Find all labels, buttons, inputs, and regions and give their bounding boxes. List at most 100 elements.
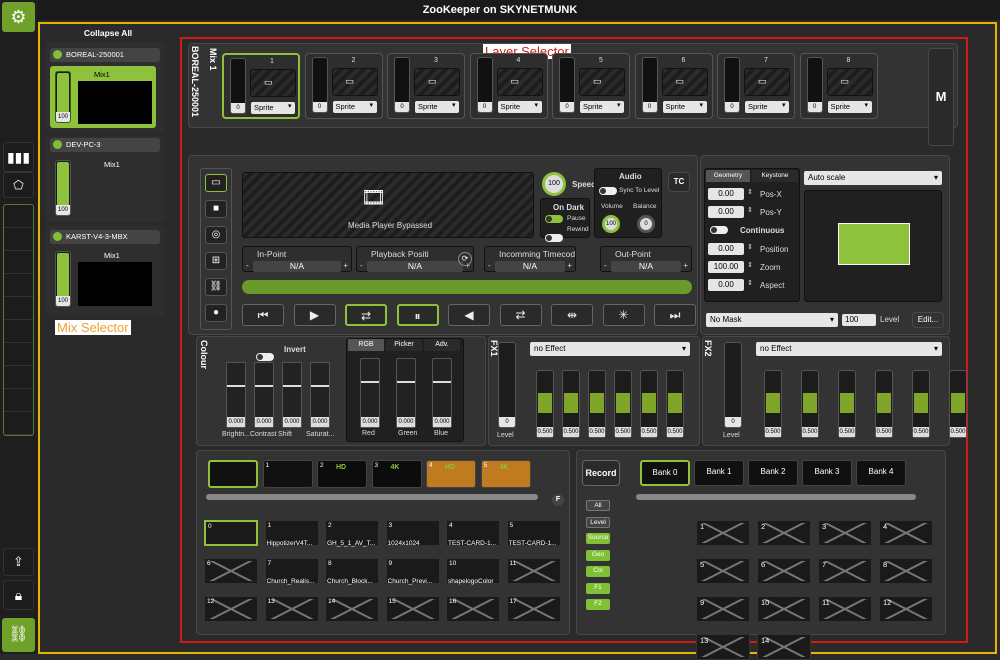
preset-filter-source[interactable]: Source xyxy=(586,533,610,544)
preset-slot[interactable]: 14 xyxy=(757,634,811,660)
fx-param-slider[interactable]: 0.500 xyxy=(875,370,893,438)
mix-level-slider[interactable]: 100 xyxy=(55,160,71,216)
slider-handle[interactable] xyxy=(914,393,928,413)
playback-progress-bar[interactable] xyxy=(242,280,692,294)
layer-level-slider[interactable]: 0 xyxy=(641,57,658,113)
fx-param-slider[interactable]: 0.500 xyxy=(764,370,782,438)
network-icon[interactable]: ⛓ xyxy=(2,618,35,652)
layer-level-slider[interactable]: 0 xyxy=(230,58,246,114)
rgb-slider[interactable]: 0.000 xyxy=(432,358,452,428)
media-thumb[interactable]: 2 HD xyxy=(317,460,367,488)
grid-icon[interactable]: ⊞ xyxy=(205,252,227,270)
media-slot[interactable]: 17 xyxy=(506,596,561,622)
spinner-icon[interactable]: ⇕ xyxy=(747,279,753,287)
rgb-slider[interactable]: 0.000 xyxy=(360,358,380,428)
sync-icon[interactable]: ⟳ xyxy=(458,252,472,266)
slider-handle[interactable] xyxy=(283,385,301,387)
plus-icon[interactable]: + xyxy=(567,261,572,270)
transport-button-7[interactable]: ✳ xyxy=(602,304,645,326)
master-button[interactable]: M xyxy=(928,48,954,146)
continuous-toggle[interactable] xyxy=(710,226,728,234)
geometry-field-position[interactable]: 0.00 xyxy=(708,243,744,255)
slider-handle[interactable] xyxy=(590,393,604,413)
media-slot[interactable]: 12 xyxy=(204,596,258,622)
minus-icon[interactable]: - xyxy=(360,261,363,270)
network-icon[interactable]: ⛓ xyxy=(205,278,227,296)
media-slot[interactable]: 0 xyxy=(204,520,258,546)
preset-filter-geo[interactable]: Geo xyxy=(586,549,610,561)
edit-mask-button[interactable]: Edit... xyxy=(912,312,944,328)
bank-button-1[interactable]: Bank 1 xyxy=(694,460,744,486)
mix-server-row[interactable]: BOREAL-250001 xyxy=(50,48,160,62)
preset-filter-col[interactable]: Col xyxy=(586,566,610,577)
mix-tile-selected[interactable]: Mix1 100 xyxy=(50,66,156,128)
media-slot[interactable]: 14 xyxy=(325,596,379,622)
media-slot[interactable]: 11 xyxy=(506,558,561,584)
slider-handle[interactable] xyxy=(616,393,630,413)
slider-handle[interactable] xyxy=(951,393,965,413)
plus-icon[interactable]: + xyxy=(683,261,688,270)
preset-slot[interactable]: 13 xyxy=(696,634,750,660)
preset-slot[interactable]: 9 xyxy=(696,596,750,622)
volume-dial[interactable]: 100 xyxy=(602,215,620,233)
spinner-icon[interactable]: ⇕ xyxy=(747,188,753,196)
preset-slot[interactable]: 2 xyxy=(757,520,811,546)
colour-slider[interactable]: 0.000 xyxy=(254,362,274,428)
preset-slot[interactable]: 3 xyxy=(818,520,872,546)
layer-7[interactable]: 7 0 ▭ Sprite ▾ xyxy=(717,53,795,119)
fx-param-slider[interactable]: 0.500 xyxy=(666,370,684,438)
colour-tab-2[interactable]: Adv. xyxy=(424,339,460,351)
timecode-field[interactable]: Playback Positi N/A - + xyxy=(356,246,474,272)
transport-button-3[interactable]: ⏸ xyxy=(396,304,439,326)
media-thumb[interactable]: 4 HD xyxy=(426,460,476,488)
layer-5[interactable]: 5 0 ▭ Sprite ▾ xyxy=(552,53,630,119)
timecode-field[interactable]: Out-Point N/A - + xyxy=(600,246,692,272)
display-icon[interactable]: ▭ xyxy=(205,174,227,192)
slider-handle[interactable] xyxy=(877,393,891,413)
speed-dial[interactable]: 100 xyxy=(542,172,566,196)
slider-handle[interactable] xyxy=(255,385,273,387)
mask-dropdown[interactable]: No Mask xyxy=(706,313,838,327)
preset-slot[interactable]: 12 xyxy=(879,596,933,622)
preset-filter-f1[interactable]: F1 xyxy=(586,582,610,594)
layer-2[interactable]: 2 0 ▭ Sprite ▾ xyxy=(304,53,383,119)
rgb-slider[interactable]: 0.000 xyxy=(396,358,416,428)
layer-level-slider[interactable]: 0 xyxy=(724,57,740,113)
disc-icon[interactable]: ◎ xyxy=(205,226,227,244)
preset-slot[interactable]: 10 xyxy=(757,596,811,622)
layer-8[interactable]: 8 0 ▭ Sprite ▾ xyxy=(799,53,878,119)
layer-level-slider[interactable]: 0 xyxy=(559,57,575,113)
fx1-effect-dropdown[interactable]: no Effect xyxy=(530,342,690,356)
fx-param-slider[interactable]: 0.500 xyxy=(614,370,632,438)
slider-handle[interactable] xyxy=(433,381,451,383)
geometry-field-pos_x[interactable]: 0.00 xyxy=(708,188,744,200)
transport-button-8[interactable]: ⏭ xyxy=(654,304,696,326)
transport-button-5[interactable]: ⇄ xyxy=(499,304,542,326)
pause-toggle[interactable] xyxy=(545,215,563,223)
fx-param-slider[interactable]: 0.500 xyxy=(562,370,580,438)
media-slot[interactable]: 6 xyxy=(204,558,258,584)
layer-level-slider[interactable]: 0 xyxy=(806,57,823,113)
transport-button-6[interactable]: ⇹ xyxy=(551,304,593,326)
preset-slot[interactable]: 6 xyxy=(757,558,811,584)
slider-handle[interactable] xyxy=(361,381,379,383)
spinner-icon[interactable]: ⇕ xyxy=(747,261,753,269)
tab-geometry[interactable]: Geometry xyxy=(706,170,750,182)
colour-slider[interactable]: 0.000 xyxy=(226,362,246,428)
spinner-icon[interactable]: ⇕ xyxy=(747,243,753,251)
bank-button-3[interactable]: Bank 3 xyxy=(802,460,852,486)
sphere-icon[interactable]: ● xyxy=(205,304,227,322)
media-slot[interactable]: 13 xyxy=(264,596,319,622)
mix-view-button[interactable]: ▮▮▮ xyxy=(3,142,34,172)
slider-handle[interactable] xyxy=(397,381,415,383)
slider-handle[interactable] xyxy=(564,393,578,413)
media-thumb[interactable]: 5 4K xyxy=(480,460,531,488)
preset-filter-all[interactable]: All xyxy=(586,500,610,511)
fx-param-slider[interactable]: 0.500 xyxy=(640,370,658,438)
layer-1[interactable]: 1 0 ▭ Sprite ▾ xyxy=(222,53,300,119)
media-bank-scrollbar[interactable] xyxy=(206,494,538,500)
media-slot[interactable]: 16 xyxy=(446,596,500,622)
slider-handle[interactable] xyxy=(227,385,245,387)
layer-level-slider[interactable]: 0 xyxy=(311,57,328,113)
camera-icon[interactable]: ■ xyxy=(205,200,227,218)
